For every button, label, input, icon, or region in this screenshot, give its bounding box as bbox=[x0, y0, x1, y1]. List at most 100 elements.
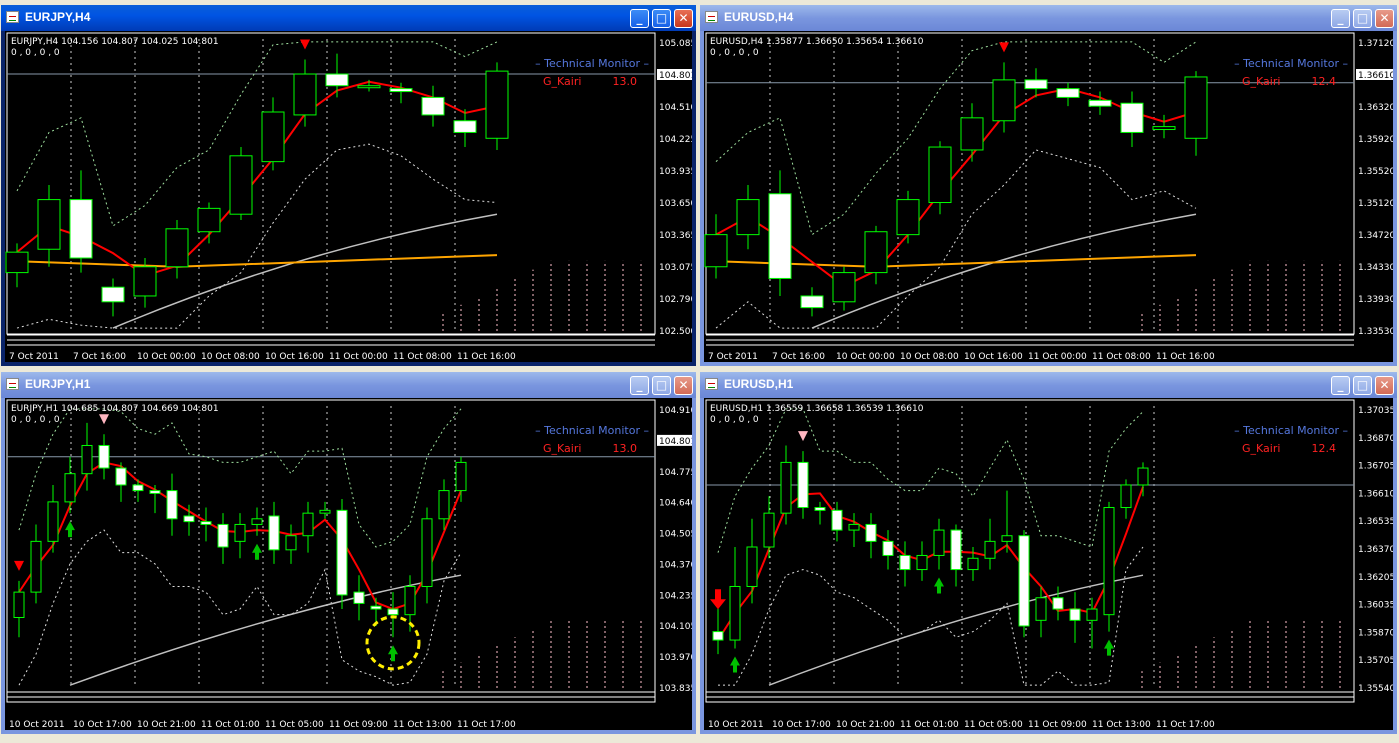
price-axis-label: 104.640 bbox=[659, 499, 692, 509]
kairi-label: G_Kairi bbox=[1242, 75, 1280, 88]
candle-body bbox=[115, 467, 127, 486]
price-chart[interactable]: EURUSD,H4 1.35877 1.36650 1.35654 1.3661… bbox=[704, 31, 1393, 362]
window-titlebar[interactable]: EURUSD,H1 _ □ ✕ bbox=[700, 372, 1397, 398]
price-axis-label: 103.970 bbox=[659, 653, 692, 663]
time-axis-label: 7 Oct 16:00 bbox=[772, 352, 825, 362]
price-axis-label: 105.085 bbox=[659, 39, 692, 49]
candle-body bbox=[992, 79, 1016, 122]
candle-body bbox=[293, 73, 317, 116]
kairi-value: 13.0 bbox=[613, 442, 638, 455]
candle-body bbox=[1056, 88, 1080, 98]
price-chart[interactable]: EURJPY,H4 104.156 104.807 104.025 104.80… bbox=[5, 31, 692, 362]
price-axis-label: 1.36320 bbox=[1358, 103, 1393, 113]
candle-body bbox=[98, 444, 110, 469]
sell-signal-arrow bbox=[710, 589, 726, 610]
candle-body bbox=[729, 585, 741, 641]
candle-body bbox=[81, 444, 93, 475]
candle-body bbox=[166, 490, 178, 520]
price-axis-label: 1.35520 bbox=[1358, 167, 1393, 177]
close-button[interactable]: ✕ bbox=[1375, 9, 1394, 28]
price-axis-label: 102.790 bbox=[659, 295, 692, 305]
ma-slow-line bbox=[768, 574, 1144, 686]
candle-body bbox=[1018, 535, 1030, 627]
candle-body bbox=[1120, 102, 1144, 133]
window-title: EURJPY,H4 bbox=[25, 10, 91, 24]
candle-body bbox=[357, 85, 381, 89]
buy-signal-arrow bbox=[730, 656, 740, 673]
candle-body bbox=[149, 490, 161, 494]
window-titlebar[interactable]: EURJPY,H1 _ □ ✕ bbox=[1, 372, 696, 398]
candle-body bbox=[800, 295, 824, 309]
minimize-button[interactable]: _ bbox=[630, 9, 649, 28]
maximize-button[interactable]: □ bbox=[652, 9, 671, 28]
chart-window-eurusd-h4[interactable]: EURUSD,H4 _ □ ✕ EURUSD,H4 1.35877 1.3665… bbox=[700, 5, 1397, 366]
current-price-label: 104.801 bbox=[659, 437, 692, 447]
close-button[interactable]: ✕ bbox=[674, 376, 693, 395]
price-axis-label: 1.37120 bbox=[1358, 39, 1393, 49]
price-axis-label: 104.225 bbox=[659, 135, 692, 145]
candle-body bbox=[899, 554, 911, 571]
chart-canvas[interactable]: EURJPY,H4 104.156 104.807 104.025 104.80… bbox=[5, 31, 692, 362]
price-axis-label: 1.36205 bbox=[1358, 573, 1393, 583]
chart-window-eurjpy-h4[interactable]: EURJPY,H4 _ □ ✕ EURJPY,H4 104.156 104.80… bbox=[1, 5, 696, 366]
candle-body bbox=[763, 512, 775, 548]
candle-body bbox=[960, 117, 984, 151]
time-axis-label: 11 Oct 01:00 bbox=[201, 720, 260, 730]
candle-body bbox=[197, 207, 221, 233]
time-axis-label: 11 Oct 08:00 bbox=[1092, 352, 1151, 362]
time-axis-label: 11 Oct 16:00 bbox=[1156, 352, 1215, 362]
time-axis-label: 11 Oct 17:00 bbox=[1156, 720, 1215, 730]
chart-canvas[interactable]: EURJPY,H1 104.685 104.807 104.669 104.80… bbox=[5, 398, 692, 730]
chart-canvas[interactable]: EURUSD,H1 1.36559 1.36658 1.36539 1.3661… bbox=[704, 398, 1393, 730]
candle-body bbox=[132, 484, 144, 492]
minimize-button[interactable]: _ bbox=[1331, 376, 1350, 395]
candle-body bbox=[1069, 608, 1081, 621]
window-titlebar[interactable]: EURUSD,H4 _ □ ✕ bbox=[700, 5, 1397, 31]
chart-window-icon bbox=[705, 378, 718, 390]
kairi-label: G_Kairi bbox=[543, 442, 581, 455]
price-axis-label: 104.105 bbox=[659, 622, 692, 632]
candle-body bbox=[1088, 99, 1112, 107]
candle-body bbox=[814, 507, 826, 511]
kairi-value: 12.4 bbox=[1312, 442, 1337, 455]
candle-body bbox=[746, 546, 758, 587]
candle-body bbox=[768, 193, 792, 279]
close-button[interactable]: ✕ bbox=[674, 9, 693, 28]
price-axis-label: 103.075 bbox=[659, 263, 692, 273]
minimize-button[interactable]: _ bbox=[1331, 9, 1350, 28]
candle-body bbox=[1035, 597, 1047, 621]
candle-body bbox=[831, 509, 843, 531]
time-axis-label: 7 Oct 2011 bbox=[708, 352, 758, 362]
price-axis-label: 104.910 bbox=[659, 406, 692, 416]
time-axis-label: 10 Oct 17:00 bbox=[73, 720, 132, 730]
buy-signal-arrow bbox=[252, 543, 262, 560]
maximize-button[interactable]: □ bbox=[1353, 9, 1372, 28]
candle-body bbox=[780, 461, 792, 514]
time-axis-label: 7 Oct 2011 bbox=[9, 352, 59, 362]
window-titlebar[interactable]: EURJPY,H4 _ □ ✕ bbox=[1, 5, 696, 31]
price-axis-label: 103.835 bbox=[659, 684, 692, 694]
price-chart[interactable]: EURUSD,H1 1.36559 1.36658 1.36539 1.3661… bbox=[704, 398, 1393, 730]
candle-body bbox=[832, 272, 856, 303]
chart-canvas[interactable]: EURUSD,H4 1.35877 1.36650 1.35654 1.3661… bbox=[704, 31, 1393, 362]
candle-body bbox=[1001, 535, 1013, 542]
candle-body bbox=[13, 591, 25, 618]
price-axis-label: 1.35705 bbox=[1358, 656, 1393, 666]
price-axis-label: 1.36870 bbox=[1358, 434, 1393, 444]
candle-body bbox=[1137, 467, 1149, 486]
price-chart[interactable]: EURJPY,H1 104.685 104.807 104.669 104.80… bbox=[5, 398, 692, 730]
minimize-button[interactable]: _ bbox=[630, 376, 649, 395]
maximize-button[interactable]: □ bbox=[1353, 376, 1372, 395]
window-title: EURJPY,H1 bbox=[25, 377, 91, 391]
price-axis-label: 1.35540 bbox=[1358, 684, 1393, 694]
price-axis-label: 1.36535 bbox=[1358, 517, 1393, 527]
close-button[interactable]: ✕ bbox=[1375, 376, 1394, 395]
maximize-button[interactable]: □ bbox=[652, 376, 671, 395]
chart-window-eurusd-h1[interactable]: EURUSD,H1 _ □ ✕ EURUSD,H1 1.36559 1.3665… bbox=[700, 372, 1397, 734]
chart-info-values: 0 , 0 , 0 , 0 bbox=[11, 415, 60, 425]
chart-window-eurjpy-h1[interactable]: EURJPY,H1 _ □ ✕ EURJPY,H1 104.685 104.80… bbox=[1, 372, 696, 734]
time-axis-label: 10 Oct 16:00 bbox=[265, 352, 324, 362]
price-axis-label: 1.35870 bbox=[1358, 628, 1393, 638]
candle-body bbox=[1052, 597, 1064, 610]
time-axis-label: 11 Oct 08:00 bbox=[393, 352, 452, 362]
